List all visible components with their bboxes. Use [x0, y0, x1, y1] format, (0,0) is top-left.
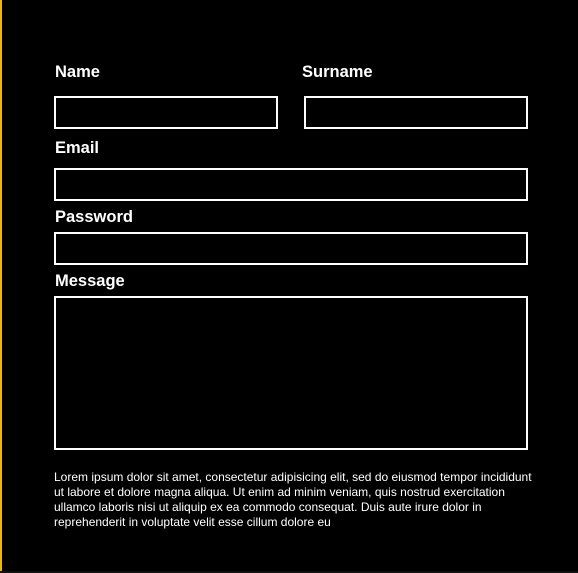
surname-label: Surname [302, 63, 373, 81]
surname-input[interactable] [304, 96, 528, 129]
email-label: Email [55, 139, 100, 157]
name-input[interactable] [54, 96, 278, 129]
message-label: Message [55, 272, 125, 290]
email-input[interactable] [54, 168, 528, 201]
password-input[interactable] [54, 232, 528, 265]
name-label: Name [55, 63, 100, 81]
accent-edge [0, 0, 2, 573]
message-textarea[interactable] [54, 296, 528, 450]
password-label: Password [55, 208, 133, 226]
description-text: Lorem ipsum dolor sit amet, consectetur … [54, 470, 532, 529]
form-panel: Name Surname Email Password Message Lore… [0, 0, 578, 573]
